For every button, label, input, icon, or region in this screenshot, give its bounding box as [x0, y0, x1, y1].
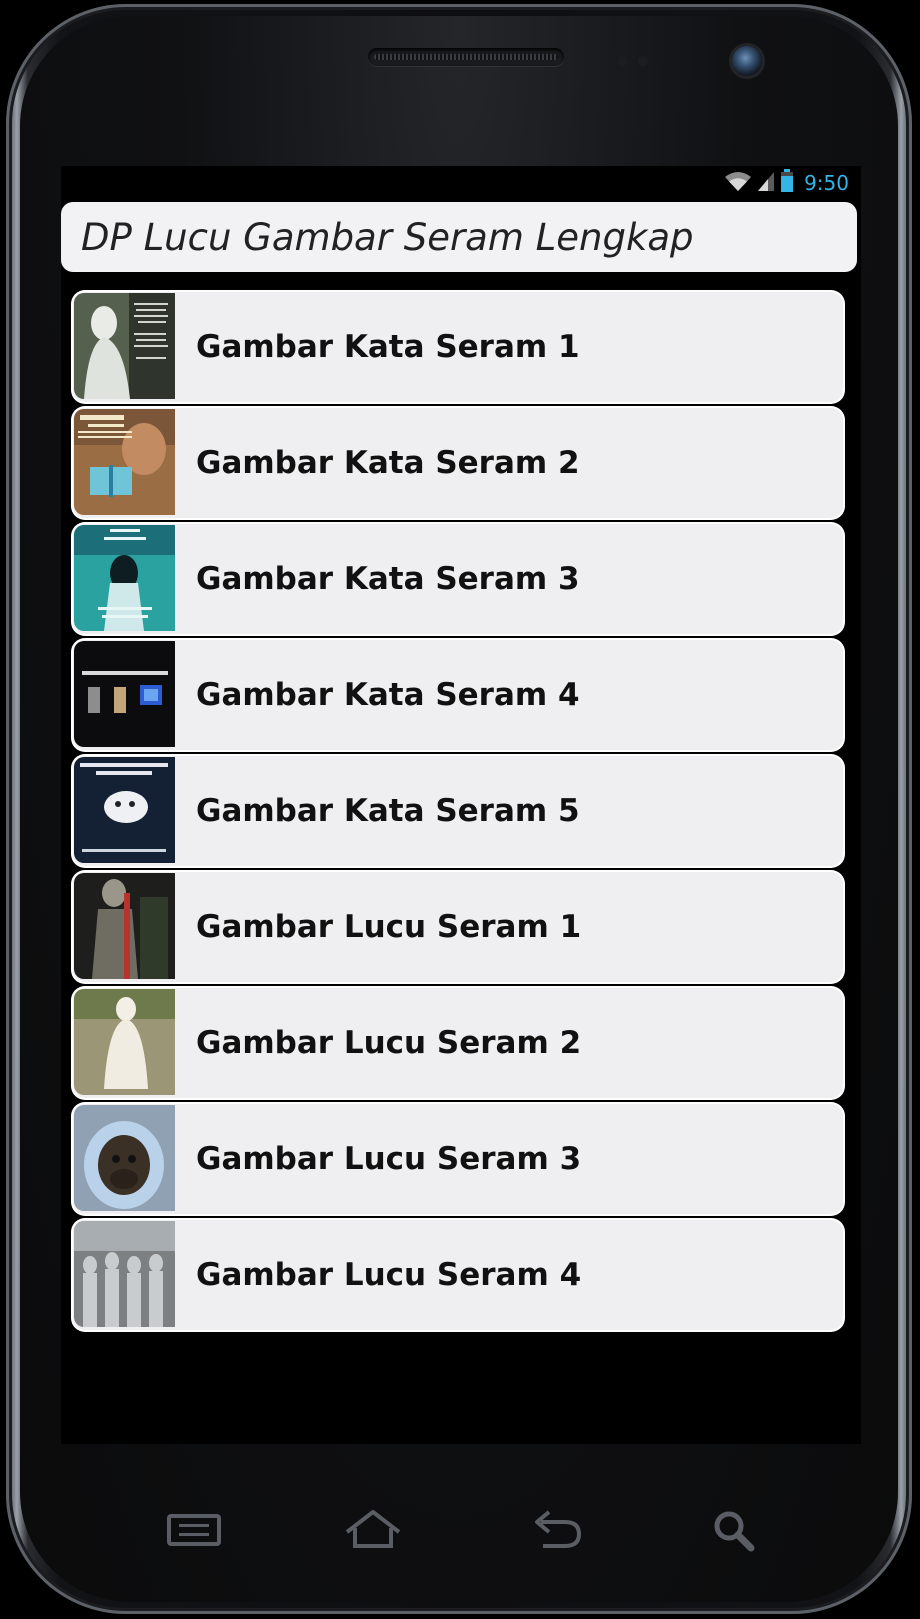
signal-icon: [756, 170, 776, 196]
earpiece-speaker: [368, 48, 564, 66]
thumbnail-image: [74, 989, 175, 1095]
back-icon[interactable]: [527, 1500, 587, 1560]
status-bar: 9:50: [61, 166, 861, 198]
list-item-label: Gambar Lucu Seram 2: [196, 1025, 582, 1061]
list-item-gambar-kata-seram-3[interactable]: Gambar Kata Seram 3: [71, 522, 845, 636]
list-item-label: Gambar Lucu Seram 3: [196, 1141, 582, 1177]
thumbnail-image: [74, 409, 175, 515]
list-item-gambar-kata-seram-1[interactable]: Gambar Kata Seram 1: [71, 290, 845, 404]
list-item-gambar-lucu-seram-2[interactable]: Gambar Lucu Seram 2: [71, 986, 845, 1100]
thumbnail-image: [74, 525, 175, 631]
navigation-bar: [165, 1500, 765, 1560]
status-time: 9:50: [804, 171, 849, 195]
list-item-label: Gambar Kata Seram 3: [196, 561, 580, 597]
proximity-sensor: [618, 56, 628, 66]
list-item-label: Gambar Kata Seram 5: [196, 793, 580, 829]
list-item-gambar-kata-seram-2[interactable]: Gambar Kata Seram 2: [71, 406, 845, 520]
search-icon[interactable]: [705, 1500, 765, 1560]
thumbnail-image: [74, 873, 175, 979]
thumbnail-image: [74, 757, 175, 863]
app-title: DP Lucu Gambar Seram Lengkap: [81, 215, 694, 259]
list-item-label: Gambar Kata Seram 2: [196, 445, 580, 481]
list-item-label: Gambar Kata Seram 1: [196, 329, 580, 365]
thumbnail-image: [74, 1105, 175, 1211]
list-item-gambar-lucu-seram-3[interactable]: Gambar Lucu Seram 3: [71, 1102, 845, 1216]
front-camera: [732, 46, 762, 76]
list-item-gambar-lucu-seram-1[interactable]: Gambar Lucu Seram 1: [71, 870, 845, 984]
menu-icon[interactable]: [165, 1500, 225, 1560]
home-icon[interactable]: [343, 1500, 403, 1560]
list-item-label: Gambar Lucu Seram 1: [196, 909, 582, 945]
list-item-gambar-kata-seram-5[interactable]: Gambar Kata Seram 5: [71, 754, 845, 868]
phone-screen: 9:50 DP Lucu Gambar Seram Lengkap Gambar…: [61, 166, 861, 1444]
battery-icon: [780, 169, 794, 197]
list-item-gambar-lucu-seram-4[interactable]: Gambar Lucu Seram 4: [71, 1218, 845, 1332]
thumbnail-image: [74, 1221, 175, 1327]
thumbnail-image: [74, 293, 175, 399]
wifi-icon: [724, 170, 752, 196]
light-sensor: [638, 56, 648, 66]
app-title-bar: DP Lucu Gambar Seram Lengkap: [61, 202, 857, 272]
thumbnail-image: [74, 641, 175, 747]
list-item-label: Gambar Lucu Seram 4: [196, 1257, 582, 1293]
list-item-gambar-kata-seram-4[interactable]: Gambar Kata Seram 4: [71, 638, 845, 752]
list[interactable]: Gambar Kata Seram 1 Gambar Kata Seram 2: [71, 290, 847, 1341]
list-item-label: Gambar Kata Seram 4: [196, 677, 580, 713]
